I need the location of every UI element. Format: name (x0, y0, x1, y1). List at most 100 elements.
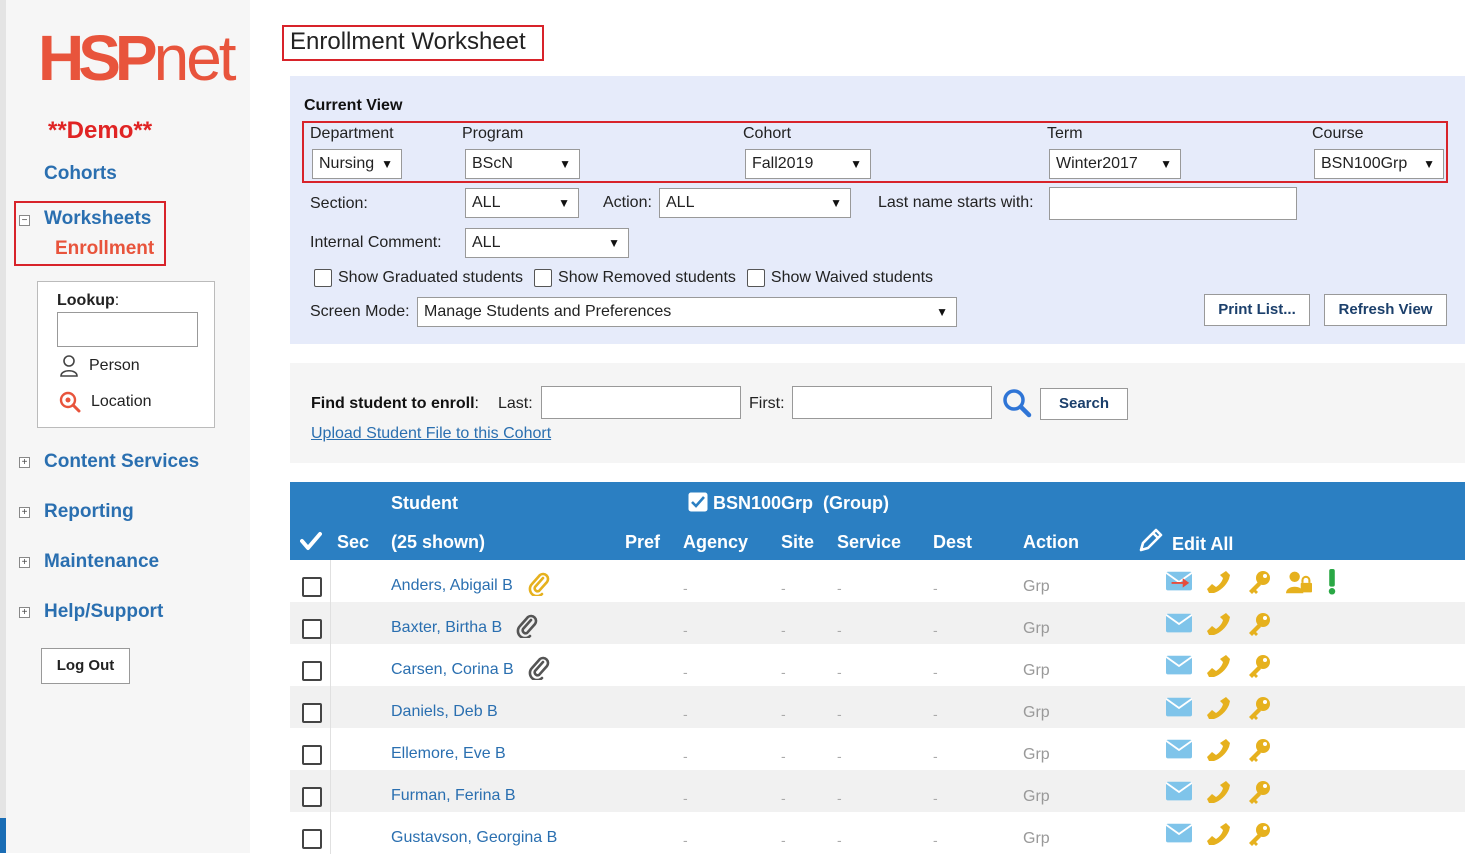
site-value: - (781, 622, 786, 638)
edit-all-link[interactable]: Edit All (1172, 534, 1233, 555)
paperclip-icon[interactable] (516, 614, 538, 638)
row-checkbox[interactable] (302, 787, 322, 807)
student-name-link[interactable]: Carsen, Corina B (391, 661, 514, 679)
select-all-check-icon[interactable] (300, 531, 322, 551)
paperclip-icon[interactable] (528, 656, 550, 680)
student-name-link[interactable]: Anders, Abigail B (391, 577, 513, 595)
internal-comment-select[interactable]: ALL ▼ (465, 228, 629, 258)
find-first-input[interactable] (792, 386, 992, 419)
email-icon[interactable] (1166, 695, 1192, 721)
refresh-view-button[interactable]: Refresh View (1324, 294, 1447, 326)
row-divider (330, 602, 331, 644)
row-checkbox[interactable] (302, 745, 322, 765)
lastname-input[interactable] (1049, 187, 1297, 220)
row-checkbox[interactable] (302, 829, 322, 849)
section-select[interactable]: ALL ▼ (465, 188, 579, 218)
expand-icon[interactable]: + (19, 507, 30, 518)
row-checkbox[interactable] (302, 661, 322, 681)
expand-icon[interactable]: + (19, 457, 30, 468)
student-name-link[interactable]: Ellemore, Eve B (391, 745, 506, 763)
email-icon[interactable] (1166, 653, 1192, 679)
email-icon[interactable] (1166, 779, 1192, 805)
action-select[interactable]: ALL ▼ (659, 188, 851, 218)
user-lock-icon[interactable] (1286, 569, 1312, 595)
search-button[interactable]: Search (1040, 388, 1128, 420)
key-icon[interactable] (1246, 821, 1272, 847)
row-checkbox[interactable] (302, 577, 322, 597)
nav-reporting[interactable]: Reporting (44, 501, 134, 523)
phone-icon[interactable] (1206, 611, 1232, 637)
col-service[interactable]: Service (837, 532, 901, 553)
collapse-icon[interactable]: − (19, 215, 30, 226)
col-sec[interactable]: Sec (337, 532, 369, 553)
col-student[interactable]: Student (391, 493, 458, 514)
expand-icon[interactable]: + (19, 607, 30, 618)
key-icon[interactable] (1246, 737, 1272, 763)
student-name-link[interactable]: Gustavson, Georgina B (391, 829, 557, 847)
col-agency[interactable]: Agency (683, 532, 748, 553)
nav-content-services[interactable]: Content Services (44, 451, 199, 473)
email-icon[interactable] (1166, 737, 1192, 763)
nav-enrollment[interactable]: Enrollment (55, 238, 154, 260)
key-icon[interactable] (1246, 653, 1272, 679)
agency-value: - (683, 790, 688, 806)
agency-value: - (683, 622, 688, 638)
lookup-location-option[interactable]: Location (59, 391, 152, 413)
row-checkbox[interactable] (302, 703, 322, 723)
email-icon[interactable] (1166, 821, 1192, 847)
phone-icon[interactable] (1206, 821, 1232, 847)
student-name-link[interactable]: Daniels, Deb B (391, 703, 498, 721)
action-value: Grp (1023, 746, 1050, 763)
phone-icon[interactable] (1206, 779, 1232, 805)
course-select[interactable]: BSN100Grp ▼ (1314, 149, 1444, 179)
alert-icon[interactable] (1326, 569, 1338, 595)
key-icon[interactable] (1246, 779, 1272, 805)
paperclip-icon[interactable] (528, 572, 550, 596)
find-last-input[interactable] (541, 386, 741, 419)
show-removed-checkbox[interactable] (534, 269, 553, 287)
screen-mode-select[interactable]: Manage Students and Preferences ▼ (417, 297, 957, 327)
phone-icon[interactable] (1206, 653, 1232, 679)
col-action[interactable]: Action (1023, 532, 1079, 553)
phone-icon[interactable] (1206, 695, 1232, 721)
print-list-button[interactable]: Print List... (1204, 294, 1310, 326)
row-actions (1166, 653, 1272, 679)
email-move-icon[interactable] (1166, 569, 1192, 595)
pencil-icon[interactable] (1137, 526, 1165, 554)
phone-icon[interactable] (1206, 737, 1232, 763)
logout-button[interactable]: Log Out (41, 648, 130, 684)
search-icon[interactable] (1002, 388, 1032, 418)
site-value: - (781, 580, 786, 596)
student-name-link[interactable]: Furman, Ferina B (391, 787, 515, 805)
department-select[interactable]: Nursing ▼ (312, 149, 402, 179)
row-checkbox[interactable] (302, 619, 322, 639)
term-select[interactable]: Winter2017 ▼ (1049, 149, 1181, 179)
lookup-person-option[interactable]: Person (59, 355, 140, 377)
key-icon[interactable] (1246, 569, 1272, 595)
show-graduated-checkbox[interactable] (314, 269, 332, 287)
col-pref[interactable]: Pref (625, 532, 660, 553)
group-checkbox-icon[interactable] (688, 492, 708, 512)
show-waived-checkbox[interactable] (746, 269, 765, 287)
program-select[interactable]: BScN ▼ (465, 149, 580, 179)
hspnet-logo[interactable]: HSPnet (38, 26, 237, 90)
col-site[interactable]: Site (781, 532, 814, 553)
key-icon[interactable] (1246, 611, 1272, 637)
dropdown-arrow-icon: ▼ (559, 157, 571, 171)
nav-worksheets[interactable]: Worksheets (44, 208, 151, 230)
expand-icon[interactable]: + (19, 557, 30, 568)
student-name-link[interactable]: Baxter, Birtha B (391, 619, 502, 637)
lookup-input[interactable] (57, 312, 198, 347)
nav-help-support[interactable]: Help/Support (44, 601, 163, 623)
cohort-select[interactable]: Fall2019 ▼ (745, 149, 871, 179)
row-divider (330, 770, 331, 812)
dropdown-arrow-icon: ▼ (850, 157, 862, 171)
phone-icon[interactable] (1206, 569, 1232, 595)
nav-cohorts[interactable]: Cohorts (44, 163, 117, 185)
nav-maintenance[interactable]: Maintenance (44, 551, 159, 573)
col-dest[interactable]: Dest (933, 532, 972, 553)
key-icon[interactable] (1246, 695, 1272, 721)
upload-student-file-link[interactable]: Upload Student File to this Cohort (311, 425, 551, 443)
email-icon[interactable] (1166, 611, 1192, 637)
row-actions (1166, 821, 1272, 847)
